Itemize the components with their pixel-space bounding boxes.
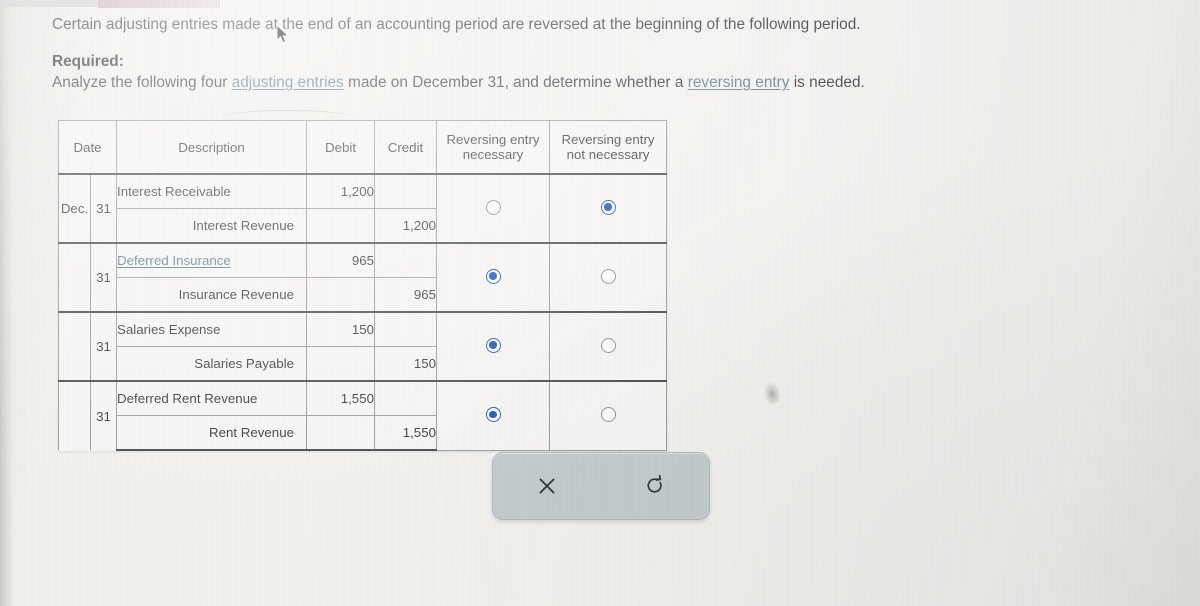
radio-cell-necessary-2[interactable] — [436, 311, 550, 382]
entry-credit-amount-1: 965 — [374, 277, 437, 313]
entry-credit-amount-0: 1,200 — [374, 208, 437, 244]
intro-sentence: Certain adjusting entries made at the en… — [52, 16, 861, 33]
radio-cell-necessary-3[interactable] — [436, 380, 550, 451]
radio-reversing-necessary-3[interactable] — [485, 406, 501, 422]
entry-month-2 — [58, 311, 91, 381]
entry-debit-amount-0: 1,200 — [306, 173, 375, 209]
radio-cell-not-necessary-1[interactable] — [549, 242, 667, 313]
entry-credit-amount-blank-3 — [374, 380, 437, 416]
entry-debit-amount-blank-0 — [306, 208, 375, 244]
radio-reversing-not-necessary-3[interactable] — [600, 406, 616, 422]
analyze-text-2: made on December 31, and determine wheth… — [343, 74, 688, 91]
entry-day-3: 31 — [90, 380, 117, 450]
entry-month-1 — [58, 242, 91, 312]
radio-reversing-not-necessary-1[interactable] — [600, 268, 616, 284]
table-row: 31 Deferred Rent Revenue 1,550 — [58, 380, 667, 451]
entry-debit-account-2: Salaries Expense — [116, 311, 307, 347]
entry-credit-account-1: Insurance Revenue — [116, 277, 307, 313]
table-row: Dec. 31 Interest Receivable 1,200 — [58, 173, 667, 244]
photo-smudge-artifact — [761, 380, 783, 406]
entry-month-3 — [58, 380, 91, 450]
entry-debit-account-0: Interest Receivable — [116, 173, 307, 209]
table-row: 31 Salaries Expense 150 — [58, 311, 667, 382]
screen-left-edge-shadow — [0, 0, 14, 606]
header-debit: Debit — [306, 120, 375, 175]
analyze-text-3: is needed. — [789, 74, 865, 91]
radio-cell-not-necessary-2[interactable] — [549, 311, 667, 382]
entry-debit-amount-blank-2 — [306, 346, 375, 382]
entry-credit-amount-3: 1,550 — [374, 415, 437, 451]
header-reversing-necessary-line2: necessary — [462, 147, 524, 162]
journal-entries-table-wrapper: Date Description Debit Credit Reversing … — [58, 120, 667, 451]
radio-reversing-not-necessary-2[interactable] — [600, 337, 616, 353]
journal-entries-table: Date Description Debit Credit Reversing … — [58, 120, 667, 451]
header-reversing-necessary: Reversing entry necessary — [436, 120, 550, 175]
reversing-entry-link[interactable]: reversing entry — [688, 74, 790, 91]
entry-credit-account-2: Salaries Payable — [116, 346, 307, 382]
header-description: Description — [116, 120, 307, 175]
entry-debit-account-1: Deferred Insurance — [116, 242, 307, 278]
entry-credit-account-0: Interest Revenue — [116, 208, 307, 244]
deferred-insurance-link[interactable]: Deferred Insurance — [117, 253, 231, 268]
header-reversing-necessary-line1: Reversing entry — [446, 132, 540, 147]
analyze-sentence: Analyze the following four adjusting ent… — [52, 72, 1062, 93]
entry-day-1: 31 — [90, 242, 117, 312]
entry-debit-amount-blank-3 — [306, 415, 375, 451]
entry-credit-amount-2: 150 — [374, 346, 437, 382]
entry-month-0: Dec. — [58, 173, 91, 243]
screenshot-page: Certain adjusting entries made at the en… — [0, 0, 1200, 606]
entry-debit-amount-2: 150 — [306, 311, 375, 347]
radio-cell-necessary-0[interactable] — [436, 173, 550, 244]
header-reversing-not-necessary: Reversing entry not necessary — [549, 120, 667, 175]
radio-cell-not-necessary-3[interactable] — [549, 380, 667, 451]
entry-credit-account-3: Rent Revenue — [116, 415, 307, 451]
entry-credit-amount-blank-0 — [374, 173, 437, 209]
top-gray-strip — [0, 0, 98, 7]
answer-action-panel — [492, 452, 710, 520]
adjusting-entries-link[interactable]: adjusting entries — [232, 74, 344, 91]
entry-day-0: 31 — [90, 173, 117, 243]
entry-day-2: 31 — [90, 311, 117, 381]
header-credit: Credit — [374, 120, 437, 175]
question-prose: Certain adjusting entries made at the en… — [52, 14, 1062, 93]
header-reversing-not-necessary-line1: Reversing entry — [561, 132, 655, 147]
table-row: 31 Deferred Insurance 965 — [58, 242, 667, 313]
top-pink-strip — [98, 0, 220, 8]
clear-answers-button[interactable] — [524, 463, 570, 509]
radio-reversing-necessary-1[interactable] — [485, 268, 501, 284]
radio-cell-not-necessary-0[interactable] — [549, 173, 667, 244]
radio-cell-necessary-1[interactable] — [436, 242, 550, 313]
reset-counterclockwise-icon — [642, 473, 668, 499]
entry-credit-amount-blank-2 — [374, 311, 437, 347]
reset-answers-button[interactable] — [632, 463, 678, 509]
entry-debit-amount-1: 965 — [306, 242, 375, 278]
radio-reversing-not-necessary-0[interactable] — [600, 199, 616, 215]
radio-reversing-necessary-2[interactable] — [485, 337, 501, 353]
analyze-text-1: Analyze the following four — [52, 74, 232, 91]
table-body: Dec. 31 Interest Receivable 1,200 Intere… — [58, 173, 667, 451]
entry-debit-amount-3: 1,550 — [306, 380, 375, 416]
entry-debit-amount-blank-1 — [306, 277, 375, 313]
entry-debit-account-3: Deferred Rent Revenue — [116, 380, 307, 416]
required-label: Required: — [52, 53, 124, 70]
header-date: Date — [58, 120, 117, 175]
close-icon — [535, 474, 559, 498]
radio-reversing-necessary-0[interactable] — [485, 199, 501, 215]
entry-credit-amount-blank-1 — [374, 242, 437, 278]
header-reversing-not-necessary-line2: not necessary — [566, 147, 650, 162]
table-header: Date Description Debit Credit Reversing … — [58, 120, 667, 175]
